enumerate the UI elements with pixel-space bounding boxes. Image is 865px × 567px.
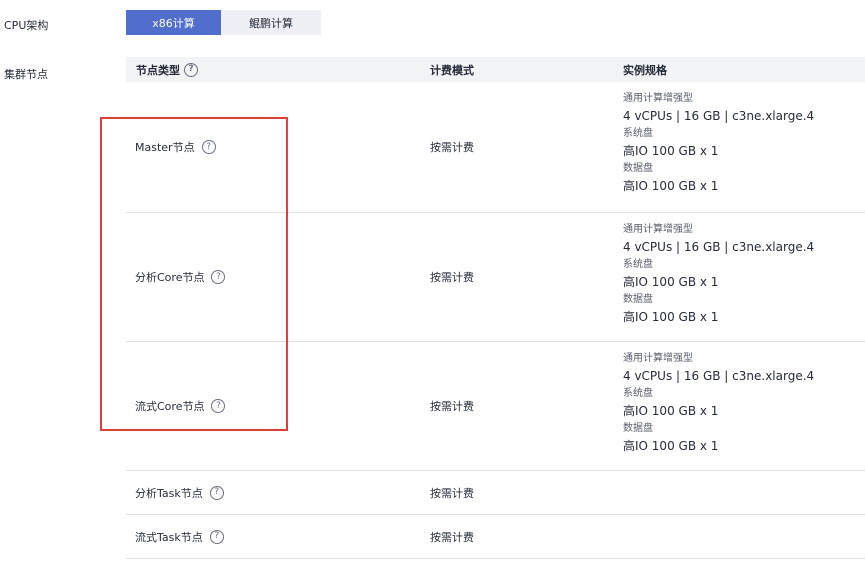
table-row: 流式Core节点 ? 按需计费 通用计算增强型 4 vCPUs | 16 GB … bbox=[126, 342, 865, 471]
instance-spec: 通用计算增强型 4 vCPUs | 16 GB | c3ne.xlarge.4 … bbox=[623, 91, 814, 196]
node-type-cell: 流式Core节点 ? bbox=[135, 342, 226, 470]
help-icon[interactable]: ? bbox=[211, 399, 226, 413]
data-disk-label: 数据盘 bbox=[623, 294, 653, 305]
node-type-label: 流式Task节点 bbox=[135, 530, 203, 544]
instance-spec: 通用计算增强型 4 vCPUs | 16 GB | c3ne.xlarge.4 … bbox=[623, 351, 814, 456]
help-icon[interactable]: ? bbox=[211, 270, 226, 284]
sys-disk-value: 高IO 100 GB x 1 bbox=[623, 144, 719, 158]
billing-mode: 按需计费 bbox=[430, 271, 474, 284]
node-type-cell: Master节点 ? bbox=[135, 82, 216, 212]
table-row: 流式Task节点 ? 按需计费 bbox=[126, 515, 865, 559]
cpu-arch-selector: x86计算 鲲鹏计算 bbox=[126, 10, 321, 35]
table-header: 节点类型 ? 计费模式 实例规格 bbox=[126, 57, 865, 82]
sys-disk-label: 系统盘 bbox=[623, 128, 653, 139]
cpu-option-x86[interactable]: x86计算 bbox=[126, 10, 221, 35]
cluster-nodes-table: 节点类型 ? 计费模式 实例规格 Master节点 ? 按需计费 通用计算增强型… bbox=[126, 57, 865, 559]
spec-family: 通用计算增强型 bbox=[623, 353, 693, 364]
node-type-cell: 分析Core节点 ? bbox=[135, 213, 226, 341]
header-node-type: 节点类型 ? bbox=[136, 57, 198, 82]
header-node-type-label: 节点类型 bbox=[136, 63, 180, 77]
help-icon[interactable]: ? bbox=[184, 62, 198, 77]
node-type-label: Master节点 bbox=[135, 141, 195, 154]
node-type-label: 流式Core节点 bbox=[135, 400, 205, 413]
instance-spec: 通用计算增强型 4 vCPUs | 16 GB | c3ne.xlarge.4 … bbox=[623, 222, 814, 327]
node-type-cell: 流式Task节点 ? bbox=[135, 515, 224, 558]
node-type-cell: 分析Task节点 ? bbox=[135, 471, 224, 514]
table-row: Master节点 ? 按需计费 通用计算增强型 4 vCPUs | 16 GB … bbox=[126, 82, 865, 213]
billing-mode: 按需计费 bbox=[430, 141, 474, 154]
help-icon[interactable]: ? bbox=[209, 529, 224, 544]
spec-flavor: 4 vCPUs | 16 GB | c3ne.xlarge.4 bbox=[623, 109, 815, 123]
spec-flavor: 4 vCPUs | 16 GB | c3ne.xlarge.4 bbox=[623, 240, 815, 254]
header-spec: 实例规格 bbox=[623, 63, 667, 77]
spec-family: 通用计算增强型 bbox=[623, 224, 693, 235]
sys-disk-label: 系统盘 bbox=[623, 388, 653, 399]
node-type-label: 分析Task节点 bbox=[135, 486, 203, 500]
help-icon[interactable]: ? bbox=[201, 140, 216, 154]
billing-mode: 按需计费 bbox=[430, 400, 474, 413]
data-disk-label: 数据盘 bbox=[623, 423, 653, 434]
table-row: 分析Core节点 ? 按需计费 通用计算增强型 4 vCPUs | 16 GB … bbox=[126, 213, 865, 342]
help-icon[interactable]: ? bbox=[209, 485, 224, 500]
spec-family: 通用计算增强型 bbox=[623, 93, 693, 104]
data-disk-value: 高IO 100 GB x 1 bbox=[623, 179, 719, 193]
table-row: 分析Task节点 ? 按需计费 bbox=[126, 471, 865, 515]
cpu-arch-label: CPU架构 bbox=[4, 19, 49, 32]
data-disk-label: 数据盘 bbox=[623, 163, 653, 174]
cluster-nodes-label: 集群节点 bbox=[4, 68, 48, 81]
header-billing: 计费模式 bbox=[430, 63, 474, 77]
sys-disk-value: 高IO 100 GB x 1 bbox=[623, 275, 719, 289]
data-disk-value: 高IO 100 GB x 1 bbox=[623, 439, 719, 453]
data-disk-value: 高IO 100 GB x 1 bbox=[623, 310, 719, 324]
sys-disk-label: 系统盘 bbox=[623, 259, 653, 270]
billing-mode: 按需计费 bbox=[430, 486, 474, 500]
sys-disk-value: 高IO 100 GB x 1 bbox=[623, 404, 719, 418]
node-type-label: 分析Core节点 bbox=[135, 271, 205, 284]
spec-flavor: 4 vCPUs | 16 GB | c3ne.xlarge.4 bbox=[623, 369, 815, 383]
cpu-option-kunpeng[interactable]: 鲲鹏计算 bbox=[221, 10, 321, 35]
billing-mode: 按需计费 bbox=[430, 530, 474, 544]
